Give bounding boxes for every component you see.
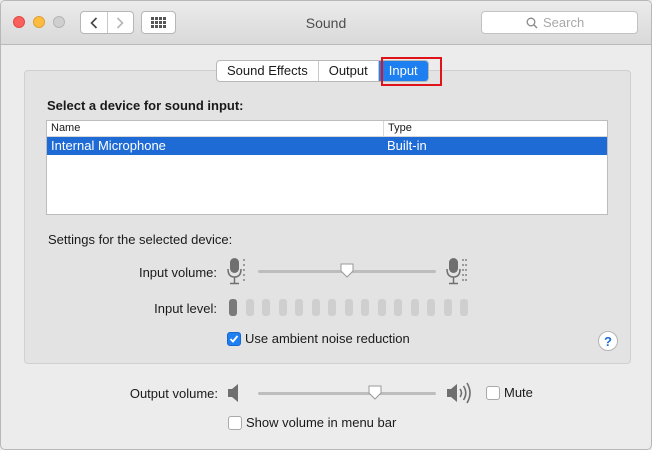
level-bar <box>377 299 386 316</box>
level-bar <box>394 299 402 316</box>
table-header: Name Type <box>47 121 607 137</box>
level-bar <box>229 299 237 316</box>
device-type: Built-in <box>387 138 427 153</box>
input-volume-label: Input volume: <box>138 265 217 280</box>
level-bar <box>295 299 303 316</box>
checkbox-box[interactable] <box>486 385 500 400</box>
search-input[interactable] <box>543 15 593 30</box>
show-volume-menu-bar-label: Show volume in menu bar <box>246 415 397 430</box>
tab-input[interactable]: Input <box>377 61 428 81</box>
search-icon <box>526 17 538 28</box>
level-bar <box>278 299 287 316</box>
tab-bar: Sound Effects Output Input <box>216 60 429 82</box>
speaker-high-icon <box>447 382 471 404</box>
level-bar <box>245 299 254 316</box>
slider-thumb[interactable] <box>368 385 382 400</box>
level-bar <box>460 299 468 316</box>
column-header-name[interactable]: Name <box>51 121 80 136</box>
mute-label: Mute <box>504 385 533 400</box>
checkmark-icon <box>229 334 239 343</box>
slider-track <box>258 392 436 395</box>
tab-output[interactable]: Output <box>317 61 378 81</box>
tab-pane <box>24 70 631 364</box>
speaker-low-icon <box>228 384 238 402</box>
level-bar <box>361 299 369 316</box>
checkbox-box[interactable] <box>227 331 241 346</box>
ambient-noise-checkbox[interactable]: Use ambient noise reduction <box>227 331 410 346</box>
mute-checkbox[interactable]: Mute <box>486 385 533 400</box>
input-device-table: Name Type Internal Microphone Built-in <box>46 120 608 215</box>
input-level-meter <box>229 299 468 316</box>
checkbox-box[interactable] <box>228 415 242 430</box>
settings-section-label: Settings for the selected device: <box>48 232 233 247</box>
ambient-noise-label: Use ambient noise reduction <box>245 331 410 346</box>
level-bar <box>427 299 435 316</box>
show-volume-menu-bar-checkbox[interactable]: Show volume in menu bar <box>228 415 396 430</box>
level-bar <box>328 299 336 316</box>
sound-preferences-window: Sound Sound Effects Output Input Select … <box>0 0 652 450</box>
output-volume-slider[interactable] <box>258 385 436 400</box>
level-bar <box>344 299 353 316</box>
microphone-high-icon <box>446 258 467 285</box>
device-name: Internal Microphone <box>51 138 166 153</box>
device-section-heading: Select a device for sound input: <box>47 98 244 113</box>
column-header-type[interactable]: Type <box>383 121 412 136</box>
slider-thumb[interactable] <box>340 263 354 278</box>
microphone-low-icon <box>227 258 245 285</box>
level-bar <box>311 299 320 316</box>
level-bar <box>410 299 419 316</box>
level-bar <box>262 299 270 316</box>
input-level-label: Input level: <box>154 301 217 316</box>
tab-sound-effects[interactable]: Sound Effects <box>217 61 318 81</box>
search-field[interactable] <box>481 11 638 34</box>
output-volume-label: Output volume: <box>129 386 218 401</box>
level-bar <box>443 299 452 316</box>
input-volume-slider[interactable] <box>258 263 436 278</box>
table-row[interactable]: Internal Microphone Built-in <box>47 137 607 155</box>
help-button[interactable]: ? <box>598 331 618 351</box>
title-bar: Sound <box>1 1 651 45</box>
